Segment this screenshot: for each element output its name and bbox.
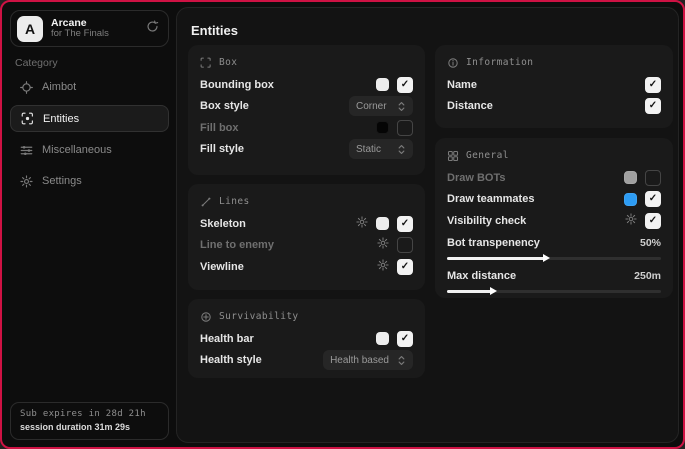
bot-transparency-value: 50% <box>640 237 661 249</box>
panel-survivability: Survivability Health bar ✓ Health style … <box>188 299 425 378</box>
viewline-checkbox[interactable]: ✓ <box>397 259 413 275</box>
skeleton-checkbox[interactable]: ✓ <box>397 216 413 232</box>
fill-box-color-swatch[interactable] <box>376 121 389 134</box>
health-style-dropdown[interactable]: Health based <box>323 350 413 370</box>
setting-row-max-distance: Max distance 250m <box>447 265 661 298</box>
setting-row-draw-bots: Draw BOTs ✓ <box>447 167 661 189</box>
bounding-box-checkbox[interactable]: ✓ <box>397 77 413 93</box>
scan-icon <box>21 112 34 125</box>
session-duration-text: session duration 31m 29s <box>20 422 159 432</box>
life-circle-icon <box>200 311 212 323</box>
sliders-icon <box>20 144 33 157</box>
subscription-info: Sub expires in 28d 21h session duration … <box>10 402 169 440</box>
visibility-check-settings-icon[interactable] <box>625 212 637 230</box>
distance-checkbox[interactable]: ✓ <box>645 98 661 114</box>
fill-box-checkbox[interactable]: ✓ <box>397 120 413 136</box>
sidebar-item-miscellaneous[interactable]: Miscellaneous <box>10 137 169 163</box>
setting-row-health-bar: Health bar ✓ <box>200 328 413 350</box>
health-bar-checkbox[interactable]: ✓ <box>397 331 413 347</box>
gear-icon <box>20 175 33 188</box>
arcane-window: A Arcane for The Finals Category Aimbot <box>0 0 685 449</box>
box-style-dropdown[interactable]: Corner <box>349 96 413 116</box>
panel-information: Information Name ✓ Distance ✓ <box>435 45 673 128</box>
box-corners-icon <box>200 57 212 69</box>
draw-bots-color-swatch[interactable] <box>624 171 637 184</box>
slider-thumb[interactable] <box>543 254 550 262</box>
bot-transparency-slider[interactable] <box>447 257 661 260</box>
category-label: Category <box>15 57 58 69</box>
panel-general: General Draw BOTs ✓ Draw teammates ✓ Vis… <box>435 138 673 298</box>
panel-lines: Lines Skeleton ✓ Line to enemy <box>188 184 425 290</box>
panel-box: Box Bounding box ✓ Box style Corner <box>188 45 425 175</box>
name-checkbox[interactable]: ✓ <box>645 77 661 93</box>
brand-card: A Arcane for The Finals <box>10 10 169 47</box>
chevrons-up-down-icon <box>397 355 406 366</box>
setting-row-visibility-check: Visibility check ✓ <box>447 210 661 232</box>
skeleton-settings-icon[interactable] <box>356 215 368 233</box>
setting-row-line-to-enemy: Line to enemy ✓ <box>200 235 413 257</box>
viewline-settings-icon[interactable] <box>377 258 389 276</box>
panel-information-title: Information <box>466 57 533 68</box>
grid-icon <box>447 150 459 162</box>
sidebar-item-aimbot[interactable]: Aimbot <box>10 74 169 100</box>
sidebar-item-settings[interactable]: Settings <box>10 168 169 194</box>
visibility-check-checkbox[interactable]: ✓ <box>645 213 661 229</box>
setting-row-skeleton: Skeleton ✓ <box>200 213 413 235</box>
sub-expiry-text: Sub expires in 28d 21h <box>20 409 159 419</box>
panel-lines-title: Lines <box>219 196 250 207</box>
skeleton-color-swatch[interactable] <box>376 217 389 230</box>
setting-row-viewline: Viewline ✓ <box>200 256 413 278</box>
panel-general-title: General <box>466 150 509 161</box>
max-distance-value: 250m <box>634 270 661 282</box>
setting-row-fill-style: Fill style Static <box>200 139 413 161</box>
draw-teammates-color-swatch[interactable] <box>624 193 637 206</box>
info-icon <box>447 57 459 69</box>
fill-style-dropdown[interactable]: Static <box>349 139 413 159</box>
setting-row-fill-box: Fill box ✓ <box>200 117 413 139</box>
app-logo: A <box>17 16 43 42</box>
line-to-enemy-checkbox[interactable]: ✓ <box>397 237 413 253</box>
setting-row-draw-teammates: Draw teammates ✓ <box>447 189 661 211</box>
diagonal-line-icon <box>200 196 212 208</box>
panel-box-title: Box <box>219 57 237 68</box>
line-to-enemy-settings-icon[interactable] <box>377 236 389 254</box>
health-bar-color-swatch[interactable] <box>376 332 389 345</box>
chevrons-up-down-icon <box>397 101 406 112</box>
app-subtitle: for The Finals <box>51 29 138 40</box>
sidebar: A Arcane for The Finals Category Aimbot <box>2 2 176 447</box>
refresh-icon[interactable] <box>146 20 159 38</box>
setting-row-distance: Distance ✓ <box>447 96 661 118</box>
sidebar-nav: Aimbot Entities Miscellaneous <box>10 74 169 197</box>
setting-row-name: Name ✓ <box>447 74 661 96</box>
setting-row-box-style: Box style Corner <box>200 96 413 118</box>
page-title: Entities <box>191 23 238 38</box>
crosshair-icon <box>20 81 33 94</box>
panel-survivability-title: Survivability <box>219 311 299 322</box>
draw-teammates-checkbox[interactable]: ✓ <box>645 191 661 207</box>
sidebar-item-entities[interactable]: Entities <box>10 105 169 132</box>
slider-thumb[interactable] <box>490 287 497 295</box>
max-distance-slider[interactable] <box>447 290 661 293</box>
draw-bots-checkbox[interactable]: ✓ <box>645 170 661 186</box>
bounding-box-color-swatch[interactable] <box>376 78 389 91</box>
setting-row-bounding-box: Bounding box ✓ <box>200 74 413 96</box>
setting-row-bot-transparency: Bot transpenency 50% <box>447 232 661 265</box>
setting-row-health-style: Health style Health based <box>200 350 413 372</box>
main-content: Entities Box Bounding box ✓ Box style Co… <box>176 7 679 443</box>
chevrons-up-down-icon <box>397 144 406 155</box>
